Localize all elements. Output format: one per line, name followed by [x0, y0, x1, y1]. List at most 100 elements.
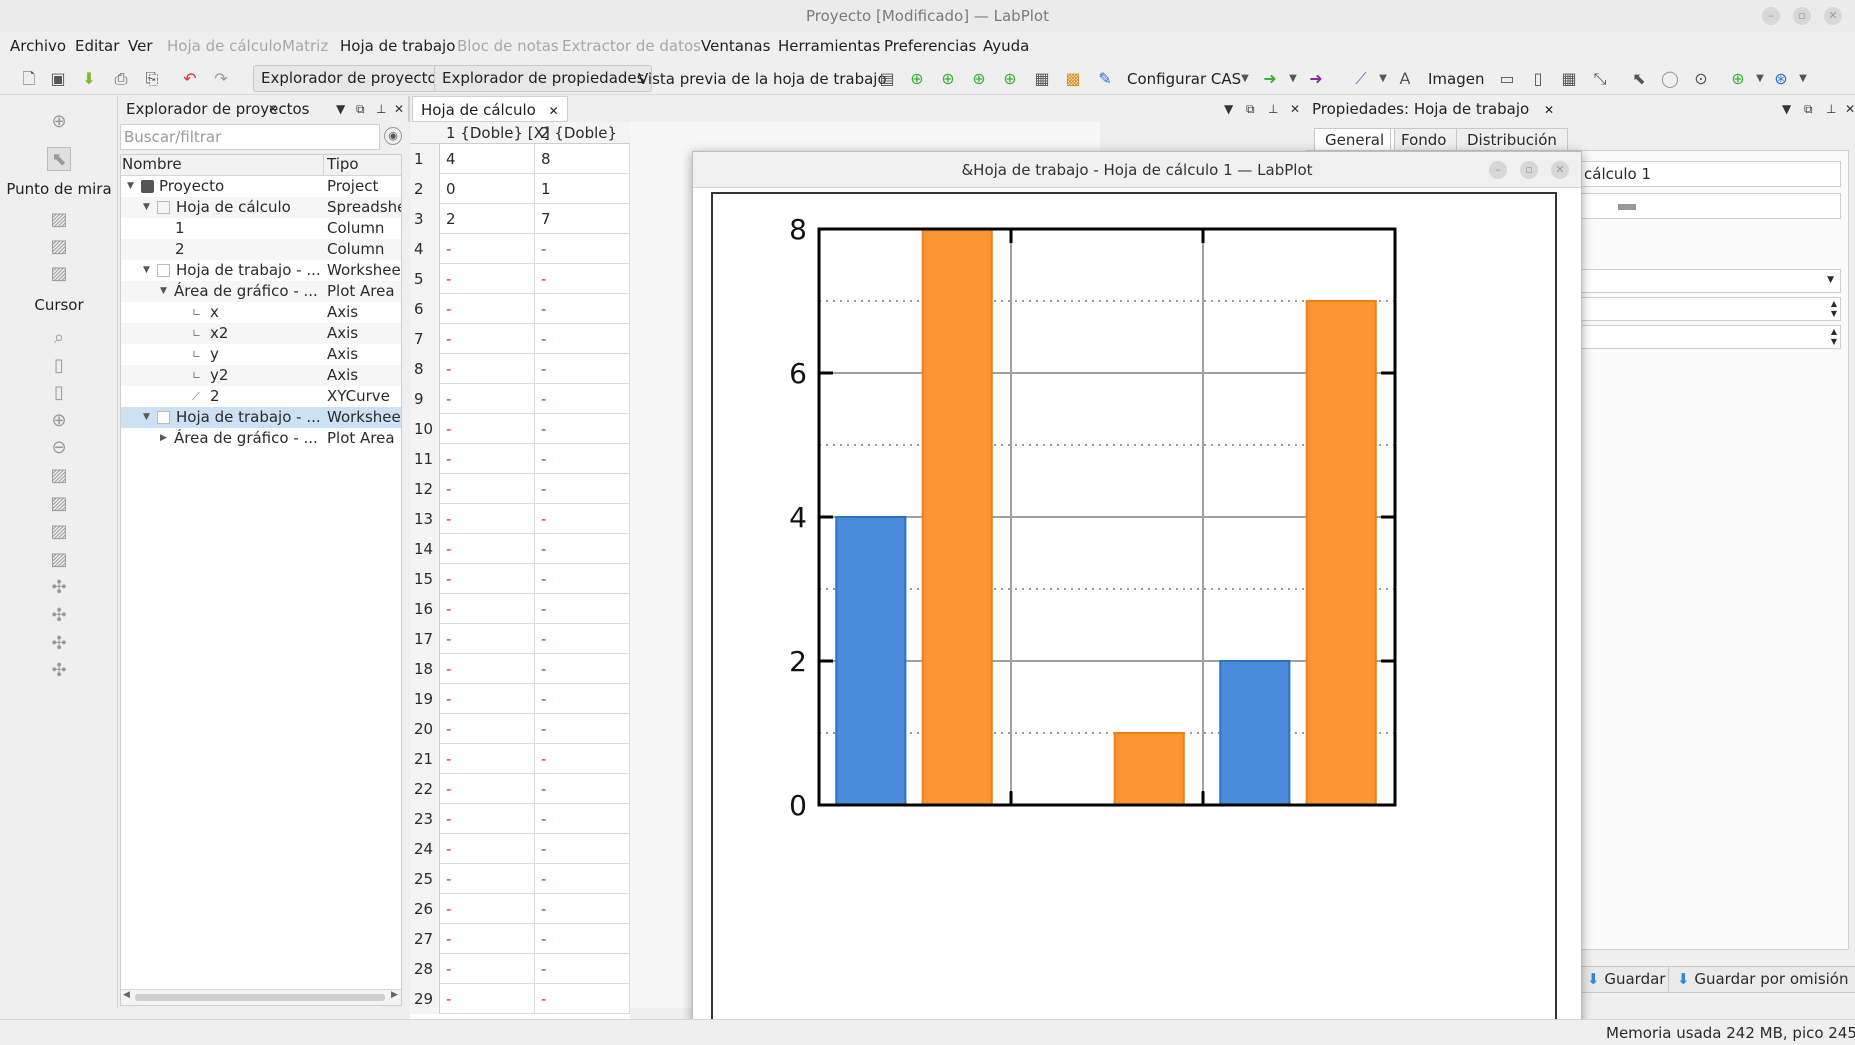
zoom-region-icon[interactable]: ▨ [47, 208, 71, 232]
zoom-fit-icon[interactable]: ⊛ [1770, 68, 1792, 90]
close-dock-icon[interactable]: ✕ [1290, 96, 1300, 122]
row-number[interactable]: 2 [410, 174, 440, 204]
row-number[interactable]: 7 [410, 324, 440, 354]
row-number[interactable]: 8 [410, 354, 440, 384]
expand-arrow-icon[interactable]: ▼ [143, 260, 150, 281]
cell[interactable]: - [535, 744, 630, 774]
row-number[interactable]: 5 [410, 264, 440, 294]
row-number[interactable]: 23 [410, 804, 440, 834]
cell[interactable]: - [440, 594, 535, 624]
horizontal-layout-icon[interactable]: ▯ [1527, 68, 1549, 90]
cell[interactable]: - [440, 564, 535, 594]
menu-editar[interactable]: Editar [75, 37, 119, 55]
bar-chart[interactable]: 0 2 4 6 8 [713, 194, 1555, 1042]
add-icon[interactable]: ⊕ [47, 110, 71, 134]
spin-arrows-icon[interactable]: ▲ ▼ [1831, 327, 1837, 347]
pencil-icon[interactable]: ✎ [1094, 68, 1116, 90]
table-row[interactable]: 5-- [410, 264, 630, 294]
cell[interactable]: - [440, 384, 535, 414]
close-icon[interactable]: ✕ [1551, 161, 1569, 179]
row-number[interactable]: 15 [410, 564, 440, 594]
add-notes-icon[interactable]: ⊕ [999, 68, 1021, 90]
break-layout-icon[interactable]: ⤡ [1589, 68, 1611, 90]
vertical-layout-icon[interactable]: ▭ [1496, 68, 1518, 90]
cell[interactable]: - [535, 684, 630, 714]
tree-row-axis-y[interactable]: ∟ y Axis [121, 344, 401, 365]
cell[interactable]: - [535, 594, 630, 624]
minimize-icon[interactable]: – [1762, 7, 1780, 25]
cell[interactable]: - [440, 264, 535, 294]
cell[interactable]: - [440, 444, 535, 474]
row-number[interactable]: 16 [410, 594, 440, 624]
table-row[interactable]: 29- - [410, 984, 630, 1014]
cell[interactable]: - [535, 774, 630, 804]
tab-general[interactable]: General [1314, 128, 1396, 152]
bar[interactable] [1305, 300, 1377, 806]
close-tab-icon[interactable]: ✕ [268, 96, 278, 122]
cell[interactable]: - [535, 234, 630, 264]
tree-row-plot-area-2[interactable]: ▶ Área de gráfico - ... Plot Area [121, 428, 401, 449]
column-header-1[interactable]: 1 {Doble} [X] [446, 124, 550, 142]
cell[interactable]: - [535, 264, 630, 294]
cell[interactable]: - [535, 474, 630, 504]
cell[interactable]: 7 [535, 204, 630, 234]
shift-up-icon[interactable]: ✣ [47, 632, 71, 656]
row-number[interactable]: 29 [410, 984, 440, 1014]
table-row[interactable]: 15- - [410, 564, 630, 594]
row-number[interactable]: 24 [410, 834, 440, 864]
menu-preferencias[interactable]: Preferencias [884, 37, 976, 55]
row-number[interactable]: 14 [410, 534, 440, 564]
cell[interactable]: - [535, 624, 630, 654]
table-row[interactable]: 8-- [410, 354, 630, 384]
search-options-icon[interactable]: ◉ [384, 127, 402, 145]
cell[interactable]: - [440, 804, 535, 834]
table-row[interactable]: 17- - [410, 624, 630, 654]
expand-arrow-icon[interactable]: ▼ [127, 176, 134, 197]
menu-archivo[interactable]: Archivo [10, 37, 66, 55]
cell[interactable]: - [440, 504, 535, 534]
undo-icon[interactable]: ↶ [179, 68, 201, 90]
cell[interactable]: - [535, 834, 630, 864]
table-row[interactable]: 20- - [410, 714, 630, 744]
pin-icon[interactable]: ⊥ [376, 96, 386, 122]
table-row[interactable]: 6-- [410, 294, 630, 324]
row-number[interactable]: 1 [410, 144, 440, 174]
table-row[interactable]: 327 [410, 204, 630, 234]
menu-herramientas[interactable]: Herramientas [778, 37, 880, 55]
chevron-down-icon[interactable]: ▼ [1827, 275, 1834, 285]
cell[interactable]: - [535, 384, 630, 414]
select-mode-icon[interactable]: ⬉ [1628, 68, 1650, 90]
spin-arrows-icon[interactable]: ▲ ▼ [1831, 299, 1837, 319]
add-note-icon[interactable]: ▦ [1031, 68, 1053, 90]
table-row[interactable]: 25- - [410, 864, 630, 894]
row-number[interactable]: 26 [410, 894, 440, 924]
cell[interactable]: 1 [535, 174, 630, 204]
expand-arrow-icon[interactable]: ▼ [143, 197, 150, 218]
dock-menu-icon[interactable]: ▼ [1782, 96, 1791, 122]
row-number[interactable]: 13 [410, 504, 440, 534]
dock-menu-icon[interactable]: ▼ [1224, 96, 1233, 122]
cell[interactable]: - [440, 744, 535, 774]
configure-cas-label[interactable]: Configurar CAS [1127, 70, 1241, 88]
export-icon[interactable]: ➜ [1305, 68, 1327, 90]
zoom-in-icon[interactable]: ⊕ [1727, 68, 1749, 90]
close-dock-icon[interactable]: ✕ [1845, 96, 1855, 122]
menu-extractor-de-datos[interactable]: Extractor de datos [562, 37, 701, 55]
table-row[interactable]: 24- - [410, 834, 630, 864]
cell[interactable]: - [440, 954, 535, 984]
tab-fondo[interactable]: Fondo [1390, 128, 1458, 152]
cell[interactable]: - [440, 354, 535, 384]
float-icon[interactable]: ⧉ [1804, 96, 1813, 122]
name-field[interactable]: cálculo 1 [1577, 161, 1841, 187]
plot-dropdown-icon[interactable]: ▼ [1372, 68, 1394, 90]
datapicker-icon[interactable]: ▩ [1062, 68, 1084, 90]
cell[interactable]: - [535, 534, 630, 564]
cell[interactable]: - [535, 714, 630, 744]
cell[interactable]: - [535, 924, 630, 954]
add-spreadsheet-icon[interactable]: ⊕ [906, 68, 928, 90]
menu-bloc-de-notas[interactable]: Bloc de notas [457, 37, 559, 55]
zoom-select-icon[interactable]: ⊙ [1690, 68, 1712, 90]
cell[interactable]: - [440, 414, 535, 444]
tree-row-project[interactable]: ▼ Proyecto Project [121, 176, 401, 197]
row-number[interactable]: 18 [410, 654, 440, 684]
